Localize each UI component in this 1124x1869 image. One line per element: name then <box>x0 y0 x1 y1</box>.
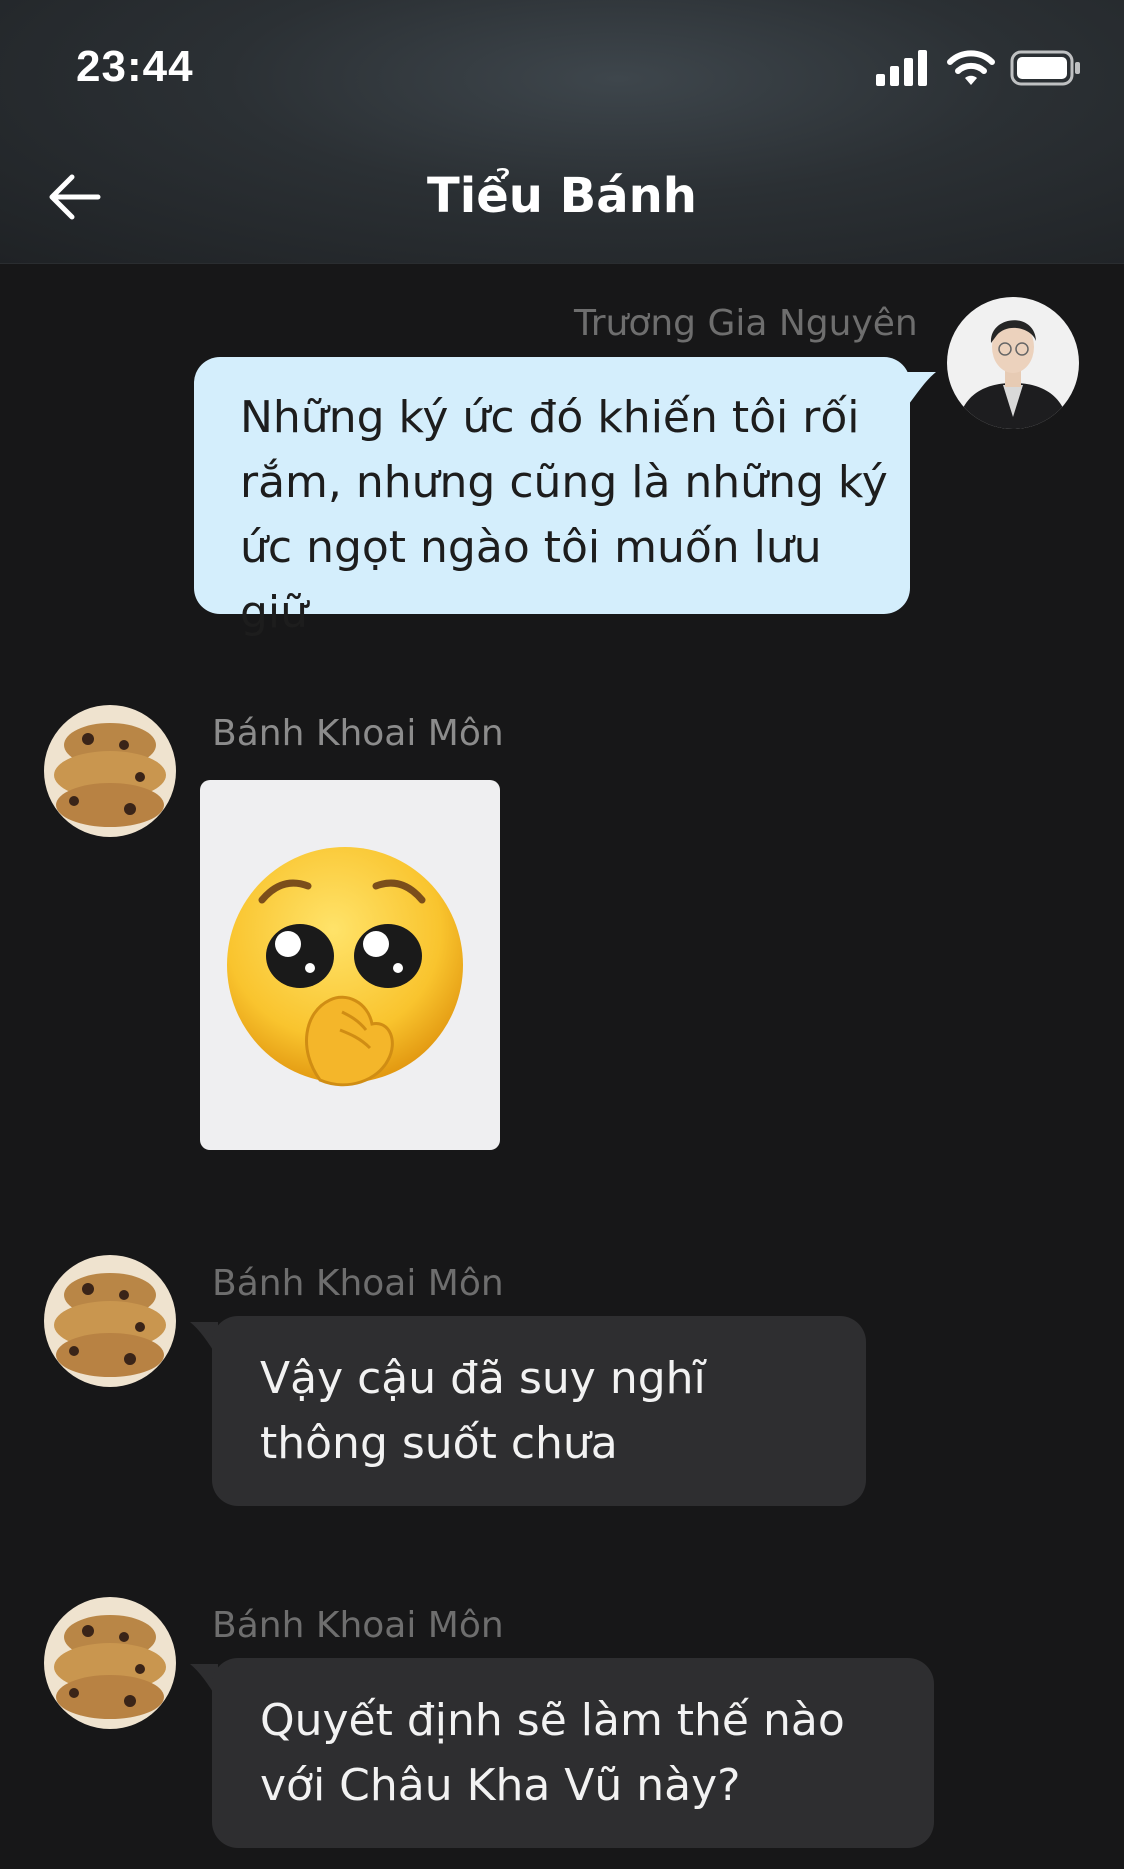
message-text: Quyết định sẽ làm thế nào với Châu Kha V… <box>260 1695 845 1811</box>
avatar[interactable] <box>44 1597 176 1729</box>
message-text: Những ký ức đó khiến tôi rối rắm, nhưng … <box>240 392 888 638</box>
wifi-icon <box>947 50 995 85</box>
outgoing-message-bubble[interactable]: Những ký ức đó khiến tôi rối rắm, nhưng … <box>194 357 910 638</box>
bubble-tail <box>906 372 936 408</box>
battery-icon <box>1010 50 1080 86</box>
header: 23:44 Tiểu Bánh <box>0 0 1124 264</box>
sticker-message[interactable] <box>200 780 500 1150</box>
status-icons <box>874 48 1084 88</box>
sender-name: Trương Gia Nguyên <box>574 303 918 344</box>
incoming-message-bubble[interactable]: Vậy cậu đã suy nghĩ thông suốt chưa <box>212 1316 866 1506</box>
sender-name: Bánh Khoai Môn <box>212 1605 504 1646</box>
signal-icon <box>876 50 927 86</box>
message-text: Vậy cậu đã suy nghĩ thông suốt chưa <box>260 1353 706 1469</box>
contact-avatar-image <box>44 1597 176 1729</box>
contact-avatar-image <box>44 705 176 837</box>
pleading-face-emoji-icon <box>227 847 463 1087</box>
status-time: 23:44 <box>76 42 194 91</box>
avatar[interactable] <box>44 1255 176 1387</box>
user-avatar-image <box>947 297 1079 429</box>
avatar[interactable] <box>947 297 1079 429</box>
sender-name: Bánh Khoai Môn <box>212 713 504 754</box>
incoming-message-bubble[interactable]: Quyết định sẽ làm thế nào với Châu Kha V… <box>212 1658 934 1848</box>
contact-avatar-image <box>44 1255 176 1387</box>
chat-title: Tiểu Bánh <box>427 168 697 224</box>
sender-name: Bánh Khoai Môn <box>212 1263 504 1304</box>
avatar[interactable] <box>44 705 176 837</box>
